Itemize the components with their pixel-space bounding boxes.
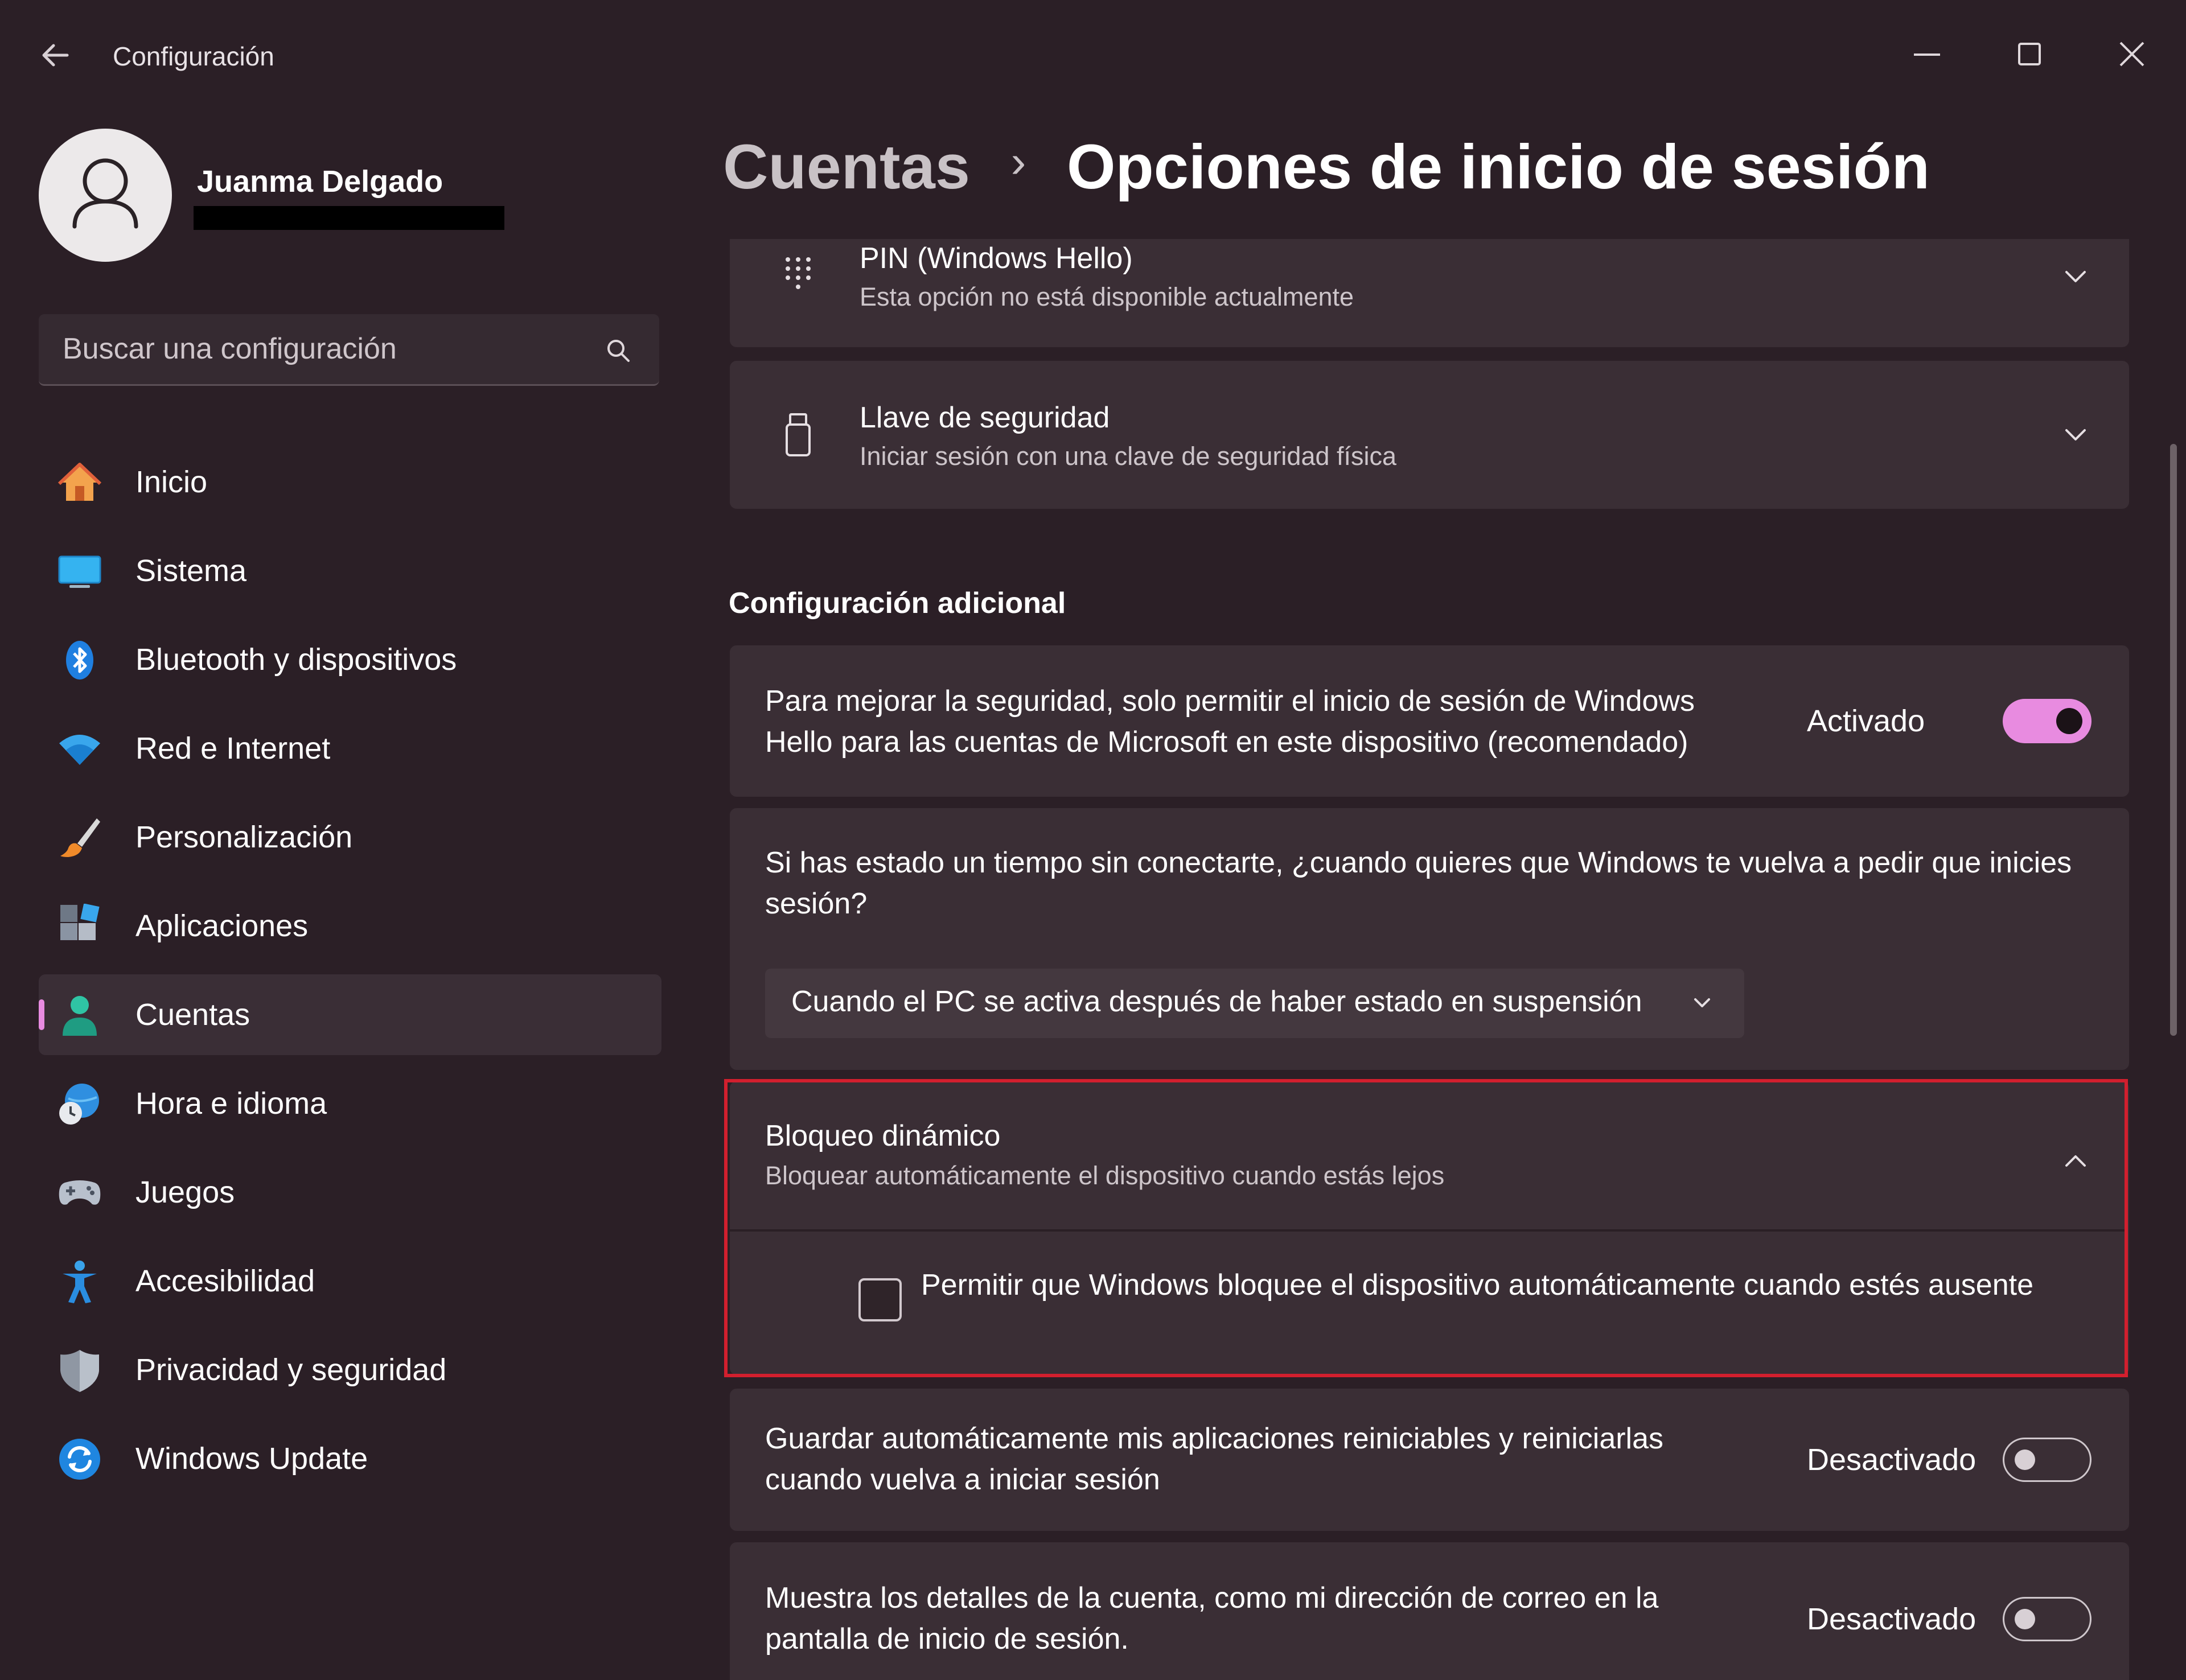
dynamic-lock-title: Bloqueo dinámico (765, 1119, 1001, 1152)
pin-subtitle: Esta opción no está disponible actualmen… (860, 282, 1354, 311)
sidebar-item-label: Personalización (135, 820, 353, 854)
dropdown-selected-value: Cuando el PC se activa después de haber … (791, 985, 1642, 1018)
section-title: Configuración adicional (729, 587, 1066, 620)
sidebar-item-label: Sistema (135, 554, 247, 588)
sidebar-item-inicio[interactable]: Inicio (39, 442, 661, 522)
toggle-knob (2015, 1609, 2035, 1629)
account-details-toggle[interactable] (2003, 1597, 2092, 1641)
dynamic-lock-card[interactable]: Bloqueo dinámico Bloquear automáticament… (730, 1081, 2129, 1375)
account-details-text: Muestra los detalles de la cuenta, como … (765, 1582, 1659, 1656)
search-button[interactable] (602, 335, 634, 367)
sidebar-item-label: Privacidad y seguridad (135, 1353, 447, 1387)
security-key-title: Llave de seguridad (860, 401, 1110, 434)
active-indicator (39, 999, 44, 1030)
chevron-down-icon (1686, 987, 1718, 1019)
sidebar-item-label: Cuentas (135, 998, 250, 1032)
sidebar-item-label: Inicio (135, 465, 208, 499)
title-bar: Configuración (0, 0, 2186, 108)
back-arrow-icon (42, 44, 69, 67)
search-input[interactable] (61, 328, 576, 370)
accessibility-icon (57, 1259, 102, 1304)
keypad-icon (775, 252, 821, 297)
person-icon (57, 993, 102, 1038)
gamepad-icon (57, 1170, 102, 1216)
update-icon (57, 1436, 102, 1482)
require-signin-text: Si has estado un tiempo sin conectarte, … (765, 846, 2072, 920)
sidebar-item-aplicaciones[interactable]: Aplicaciones (39, 886, 661, 966)
page-title: Opciones de inicio de sesión (1066, 132, 1930, 202)
security-key-card[interactable]: Llave de seguridad Iniciar sesión con un… (730, 361, 2129, 509)
person-icon (72, 158, 138, 229)
sidebar-item-label: Windows Update (135, 1442, 368, 1476)
sidebar-item-bluetooth[interactable]: Bluetooth y dispositivos (39, 619, 661, 700)
toggle-knob (2015, 1450, 2035, 1470)
require-signin-dropdown[interactable]: Cuando el PC se activa después de haber … (765, 969, 1744, 1038)
bluetooth-icon (57, 637, 102, 683)
sidebar-item-label: Juegos (135, 1175, 235, 1209)
sidebar-item-red[interactable]: Red e Internet (39, 708, 661, 789)
security-key-subtitle: Iniciar sesión con una clave de segurida… (860, 442, 1397, 471)
sidebar-item-sistema[interactable]: Sistema (39, 530, 661, 611)
sidebar-nav: Inicio Sistema Bluetooth y dispositivos (39, 442, 661, 1507)
usb-key-icon (775, 412, 821, 458)
sidebar-item-windows-update[interactable]: Windows Update (39, 1418, 661, 1499)
restart-apps-text: Guardar automáticamente mis aplicaciones… (765, 1422, 1664, 1496)
settings-window: Configuración Juanma Delgado Buscar una … (0, 0, 2186, 1680)
sidebar-item-hora[interactable]: Hora e idioma (39, 1063, 661, 1144)
sidebar-item-accesibilidad[interactable]: Accesibilidad (39, 1241, 661, 1321)
sidebar-item-label: Hora e idioma (135, 1086, 327, 1121)
hello-only-card: Para mejorar la seguridad, solo permitir… (730, 645, 2129, 797)
search-box[interactable] (39, 314, 659, 386)
pin-title: PIN (Windows Hello) (860, 242, 1133, 275)
dynamic-lock-subtitle: Bloquear automáticamente el dispositivo … (765, 1161, 1445, 1190)
breadcrumb-parent[interactable]: Cuentas (723, 132, 970, 202)
apps-icon (57, 903, 102, 949)
back-button[interactable] (35, 35, 75, 75)
close-button[interactable] (2101, 23, 2163, 85)
sidebar-item-personalizacion[interactable]: Personalización (39, 797, 661, 878)
divider (730, 1229, 2128, 1232)
shield-icon (57, 1348, 102, 1393)
hello-only-toggle[interactable] (2003, 699, 2092, 743)
breadcrumb-separator: › (1010, 136, 1026, 187)
chevron-down-icon[interactable] (2058, 418, 2093, 452)
globe-clock-icon (57, 1081, 102, 1127)
sidebar-item-privacidad[interactable]: Privacidad y seguridad (39, 1329, 661, 1410)
account-details-state: Desactivado (1807, 1602, 1977, 1636)
maximize-icon (2018, 43, 2041, 65)
close-icon (2119, 42, 2144, 67)
hello-only-text: Para mejorar la seguridad, solo permitir… (765, 685, 1695, 759)
maximize-button[interactable] (1998, 23, 2061, 85)
home-icon (57, 460, 102, 505)
hello-only-state: Activado (1807, 704, 1925, 738)
brush-icon (57, 815, 102, 860)
profile-name: Juanma Delgado (197, 164, 443, 199)
app-title: Configuración (113, 42, 274, 71)
scrollbar[interactable] (2170, 444, 2177, 1036)
chevron-up-icon[interactable] (2058, 1144, 2093, 1178)
pin-card[interactable]: PIN (Windows Hello) Esta opción no está … (730, 239, 2129, 347)
wifi-icon (57, 726, 102, 772)
minimize-icon (1914, 53, 1940, 56)
minimize-button[interactable] (1896, 23, 1958, 85)
account-details-card: Muestra los detalles de la cuenta, como … (730, 1542, 2129, 1680)
sidebar-item-juegos[interactable]: Juegos (39, 1152, 661, 1233)
sidebar-item-label: Red e Internet (135, 731, 331, 765)
sidebar-item-label: Bluetooth y dispositivos (135, 643, 457, 677)
monitor-icon (57, 549, 102, 594)
restart-apps-card: Guardar automáticamente mis aplicaciones… (730, 1389, 2129, 1531)
restart-apps-state: Desactivado (1807, 1443, 1977, 1477)
sidebar-item-cuentas[interactable]: Cuentas (39, 974, 661, 1055)
restart-apps-toggle[interactable] (2003, 1438, 2092, 1482)
search-icon (607, 340, 630, 362)
sidebar-item-label: Accesibilidad (135, 1264, 315, 1298)
breadcrumb: Cuentas › Opciones de inicio de sesión (723, 131, 1930, 216)
dynamic-lock-checkbox-label[interactable]: Permitir que Windows bloquee el disposit… (921, 1265, 2048, 1306)
dynamic-lock-checkbox[interactable] (858, 1278, 902, 1321)
chevron-down-icon[interactable] (2058, 260, 2093, 294)
redacted-email (194, 206, 504, 230)
avatar[interactable] (39, 129, 172, 262)
sidebar-item-label: Aplicaciones (135, 909, 309, 943)
toggle-knob (2056, 708, 2082, 734)
